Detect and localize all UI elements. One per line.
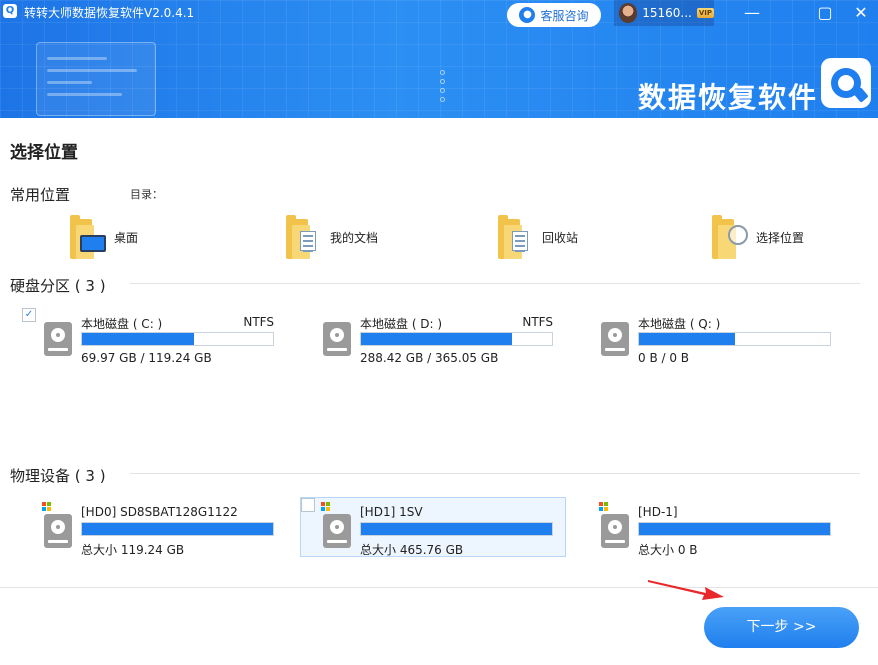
usage-bar-fill — [639, 523, 830, 535]
usage-bar — [638, 522, 831, 536]
annotation-arrow-icon — [648, 580, 724, 600]
app-logo-icon: Q — [3, 4, 17, 18]
customer-service-label: 客服咨询 — [540, 8, 589, 23]
quick-location-label: 回收站 — [542, 230, 579, 245]
quick-location-browse[interactable]: 选择位置 — [712, 214, 804, 260]
drive-size: 288.42 GB / 365.05 GB — [360, 351, 499, 365]
hard-drive-icon — [44, 514, 72, 548]
usage-bar — [81, 522, 274, 536]
window-title: 转转大师数据恢复软件V2.0.4.1 — [24, 6, 195, 20]
quick-location-desktop[interactable]: 桌面 — [70, 214, 138, 260]
drive-size: 69.97 GB / 119.24 GB — [81, 351, 212, 365]
drive-name: 本地磁盘 ( D: ) — [360, 317, 443, 331]
partition-card-d[interactable]: 本地磁盘 ( D: ) NTFS 288.42 GB / 365.05 GB — [300, 307, 566, 367]
next-step-button[interactable]: 下一步 >> — [704, 607, 859, 648]
usage-bar-fill — [82, 333, 195, 345]
drive-size: 0 B / 0 B — [638, 351, 690, 365]
drive-name: 本地磁盘 ( Q: ) — [638, 317, 721, 331]
drive-filesystem: NTFS — [522, 315, 553, 329]
drive-filesystem: NTFS — [243, 315, 274, 329]
avatar — [619, 3, 638, 23]
device-size: 总大小 119.24 GB — [81, 543, 185, 557]
windows-logo-icon — [321, 502, 331, 512]
close-button[interactable]: ✕ — [850, 2, 872, 24]
quick-location-label: 选择位置 — [756, 230, 805, 245]
drive-name: 本地磁盘 ( C: ) — [81, 317, 163, 331]
physical-device-card-hd0[interactable]: [HD0] SD8SBAT128G1122 总大小 119.24 GB — [21, 497, 287, 557]
quick-location-recycle-bin[interactable]: 回收站 — [498, 214, 578, 260]
checkbox[interactable] — [301, 498, 315, 512]
headset-icon: ● — [519, 7, 536, 23]
device-name: [HD-1] — [638, 505, 678, 519]
partition-card-q[interactable]: 本地磁盘 ( Q: ) 0 B / 0 B — [578, 307, 844, 367]
hard-drive-icon — [323, 322, 351, 356]
usage-bar-fill — [361, 523, 552, 535]
quick-location-documents[interactable]: 我的文档 — [286, 214, 378, 260]
usage-bar — [81, 332, 274, 346]
page-title: 选择位置 — [10, 143, 78, 163]
windows-logo-icon — [599, 502, 609, 512]
customer-service-button[interactable]: ● 客服咨询 — [507, 3, 601, 27]
usage-bar — [360, 522, 553, 536]
usage-bar — [360, 332, 553, 346]
app-header: Q 转转大师数据恢复软件V2.0.4.1 ● 客服咨询 15160... VIP… — [0, 0, 878, 118]
physical-device-card-hd1[interactable]: [HD1] 1SV 总大小 465.76 GB — [300, 497, 566, 557]
minimize-button[interactable]: — — [741, 2, 763, 24]
maximize-button[interactable]: ▢ — [814, 2, 836, 24]
checkbox[interactable]: ✓ — [22, 308, 36, 322]
physical-device-card-hd-1[interactable]: [HD-1] 总大小 0 B — [578, 497, 844, 557]
section-divider — [130, 473, 860, 474]
recycle-bin-icon — [498, 215, 536, 259]
desktop-folder-icon — [70, 215, 108, 259]
device-size: 总大小 465.76 GB — [360, 543, 464, 557]
hard-drive-icon — [601, 514, 629, 548]
hard-drive-icon — [601, 322, 629, 356]
quick-location-label: 我的文档 — [330, 230, 379, 245]
common-locations-title: 常用位置 — [10, 186, 71, 204]
device-size: 总大小 0 B — [638, 543, 698, 557]
user-account-button[interactable]: 15160... VIP — [614, 0, 714, 26]
usage-bar-fill — [361, 333, 512, 345]
footer-divider — [0, 587, 878, 588]
windows-logo-icon — [42, 502, 52, 512]
hard-drive-icon — [44, 322, 72, 356]
browse-folder-icon — [712, 215, 750, 259]
usage-bar — [638, 332, 831, 346]
hard-drive-icon — [323, 514, 351, 548]
partitions-title: 硬盘分区 ( 3 ) — [10, 277, 106, 295]
device-name: [HD0] SD8SBAT128G1122 — [81, 505, 238, 519]
usage-bar-fill — [82, 523, 273, 535]
section-divider — [130, 283, 860, 284]
brand-text: 数据恢复软件 — [638, 81, 819, 114]
documents-folder-icon — [286, 215, 324, 259]
decorative-screen-graphic — [36, 42, 156, 116]
physical-devices-title: 物理设备 ( 3 ) — [10, 467, 106, 485]
brand-logo-icon — [821, 58, 871, 108]
usage-bar-fill — [639, 333, 735, 345]
partition-card-c[interactable]: ✓ 本地磁盘 ( C: ) NTFS 69.97 GB / 119.24 GB — [21, 307, 287, 367]
vip-badge: VIP — [696, 8, 714, 18]
decorative-dots — [440, 70, 446, 106]
quick-location-label: 桌面 — [114, 230, 139, 245]
device-name: [HD1] 1SV — [360, 505, 423, 519]
user-id: 15160... — [642, 6, 692, 20]
directory-label: 目录： — [130, 188, 163, 201]
